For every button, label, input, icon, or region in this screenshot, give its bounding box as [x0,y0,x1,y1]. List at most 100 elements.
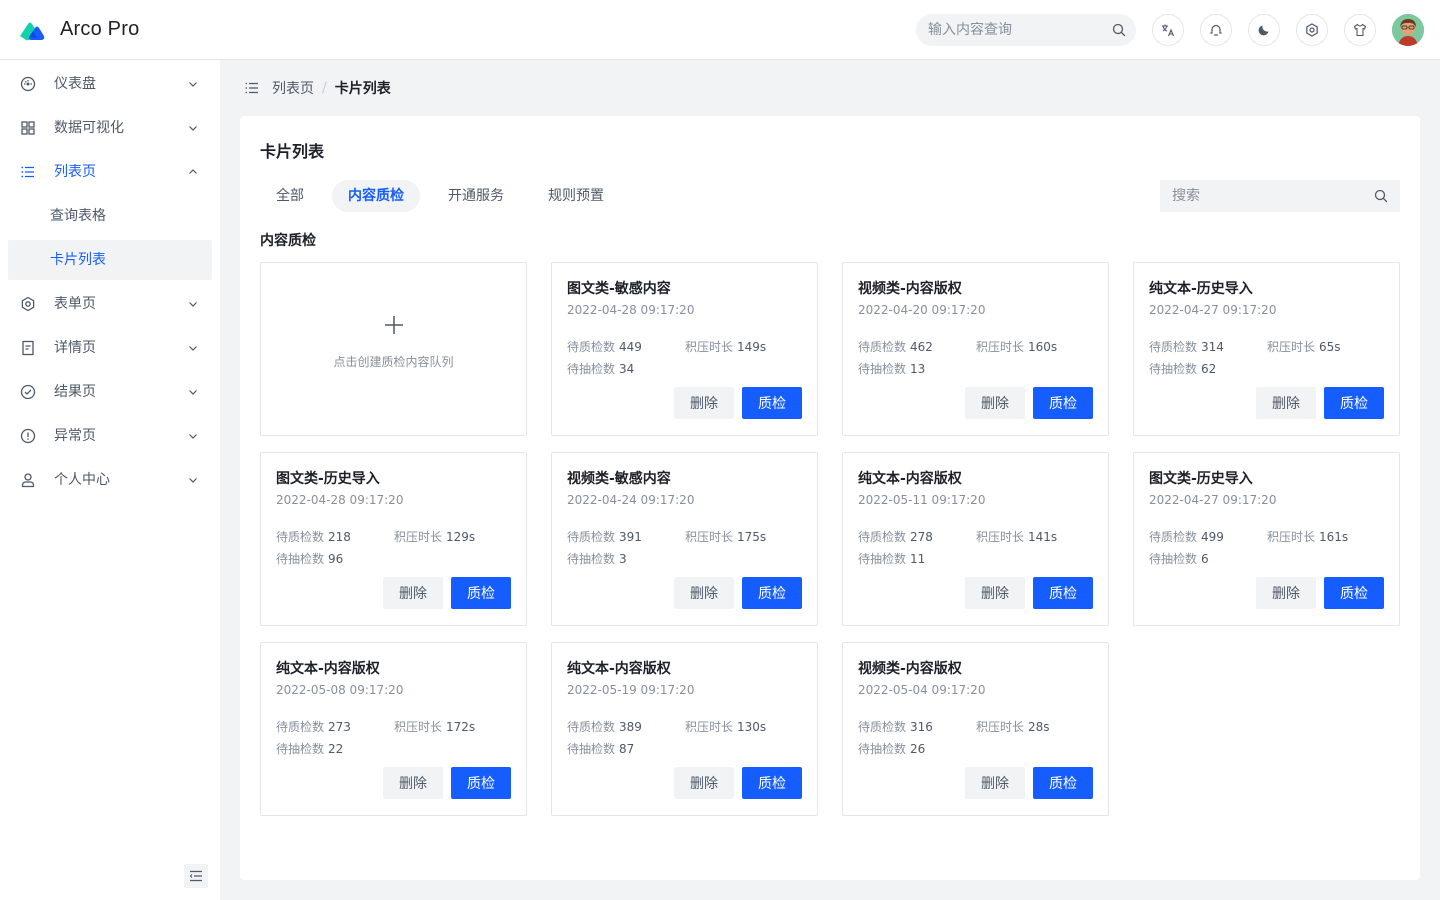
sidebar-item-label: 查询表格 [50,208,106,224]
exclamation-circle-icon [20,428,36,444]
chevron-down-icon [189,346,197,351]
sample-count: 待抽检数 34 [567,360,634,378]
card-timestamp: 2022-04-28 09:17:20 [276,493,404,507]
queue-card[interactable]: 视频类-内容版权 2022-05-04 09:17:20 待质检数 316 积压时长 28… [842,642,1109,816]
collapse-sidebar-button[interactable] [184,864,208,888]
delete-button[interactable]: 删除 [383,577,443,609]
queue-card[interactable]: 纯文本-内容版权 2022-05-08 09:17:20 待质检数 273 积压时长 17… [260,642,527,816]
queue-card[interactable]: 纯文本-历史导入 2022-04-27 09:17:20 待质检数 314 积压时长 65… [1133,262,1400,436]
sidebar-item-result[interactable]: 结果页 [8,372,212,412]
global-search-input[interactable] [928,14,1098,46]
notification-button[interactable] [1200,14,1232,46]
inspect-button[interactable]: 质检 [451,767,511,799]
pending-count-value: 273 [328,720,351,734]
inspect-button[interactable]: 质检 [742,387,802,419]
sample-count-value: 22 [328,742,344,756]
sample-count-value: 6 [1201,552,1209,566]
sample-count-value: 96 [328,552,344,566]
card-timestamp: 2022-05-19 09:17:20 [567,683,695,697]
queue-card[interactable]: 视频类-敏感内容 2022-04-24 09:17:20 待质检数 391 积压时长 17… [551,452,818,626]
card-title: 图文类-历史导入 [276,471,380,487]
bell-icon [1210,24,1222,36]
skin-button[interactable] [1344,14,1376,46]
sidebar-item-exception[interactable]: 异常页 [8,416,212,456]
inspect-button[interactable]: 质检 [451,577,511,609]
card-title: 纯文本-内容版权 [858,471,962,487]
sidebar-item-visualization[interactable]: 数据可视化 [8,108,212,148]
sample-count: 待抽检数 3 [567,550,627,568]
inspect-button[interactable]: 质检 [1033,387,1093,419]
check-circle-icon [20,384,36,400]
pending-count: 待质检数 389 [567,718,642,736]
pending-count-value: 391 [619,530,642,544]
delete-button[interactable]: 删除 [674,767,734,799]
delete-button[interactable]: 删除 [674,387,734,419]
inspect-button[interactable]: 质检 [1033,577,1093,609]
queue-card[interactable]: 图文类-历史导入 2022-04-28 09:17:20 待质检数 218 积压时长 12… [260,452,527,626]
sidebar-item-dashboard[interactable]: 仪表盘 [8,64,212,104]
sidebar-item-query-table[interactable]: 查询表格 [8,196,212,236]
pending-count-value: 449 [619,340,642,354]
sidebar-item-label: 结果页 [54,384,96,400]
backlog-duration-value: 160s [1028,340,1058,354]
tab-service[interactable]: 开通服务 [432,180,520,212]
card-list-panel: 卡片列表 全部 内容质检 开通服务 规则预置 内容质检 点击创建质检内容队列 图… [240,116,1420,880]
inspect-button[interactable]: 质检 [742,767,802,799]
sidebar-item-label: 个人中心 [54,472,110,488]
avatar[interactable] [1392,14,1424,46]
delete-button[interactable]: 删除 [965,577,1025,609]
backlog-duration: 积压时长 149s [685,338,766,356]
breadcrumb-item[interactable]: 列表页 [272,78,314,98]
card-timestamp: 2022-05-04 09:17:20 [858,683,986,697]
global-search[interactable] [916,14,1136,46]
breadcrumb-separator: / [322,80,327,96]
delete-button[interactable]: 删除 [965,767,1025,799]
list-search-input[interactable] [1172,180,1362,212]
search-icon[interactable] [1112,23,1126,37]
add-queue-card[interactable]: 点击创建质检内容队列 [260,262,527,436]
chevron-down-icon [189,478,197,483]
list-search[interactable] [1160,180,1400,212]
delete-button[interactable]: 删除 [383,767,443,799]
inspect-button[interactable]: 质检 [1324,387,1384,419]
sidebar-item-card-list[interactable]: 卡片列表 [8,240,212,280]
sample-count: 待抽检数 87 [567,740,634,758]
delete-button[interactable]: 删除 [674,577,734,609]
translate-button[interactable] [1152,14,1184,46]
queue-card[interactable]: 视频类-内容版权 2022-04-20 09:17:20 待质检数 462 积压时长 16… [842,262,1109,436]
pending-count: 待质检数 449 [567,338,642,356]
delete-button[interactable]: 删除 [965,387,1025,419]
card-timestamp: 2022-05-11 09:17:20 [858,493,986,507]
queue-card[interactable]: 图文类-敏感内容 2022-04-28 09:17:20 待质检数 449 积压时长 14… [551,262,818,436]
queue-card[interactable]: 图文类-历史导入 2022-04-27 09:17:20 待质检数 499 积压时长 16… [1133,452,1400,626]
pending-count-value: 499 [1201,530,1224,544]
delete-button[interactable]: 删除 [1256,387,1316,419]
inspect-button[interactable]: 质检 [1033,767,1093,799]
pending-count-label: 待质检数 [567,340,616,354]
backlog-duration-value: 65s [1319,340,1341,354]
sample-count-value: 87 [619,742,635,756]
inspect-button[interactable]: 质检 [1324,577,1384,609]
page-title: 卡片列表 [260,142,325,161]
backlog-duration-label: 积压时长 [976,720,1025,734]
backlog-duration-label: 积压时长 [685,720,734,734]
tab-rules[interactable]: 规则预置 [532,180,620,212]
top-navbar: Arco Pro [0,0,1440,60]
delete-button[interactable]: 删除 [1256,577,1316,609]
backlog-duration-label: 积压时长 [394,530,443,544]
sidebar-item-detail[interactable]: 详情页 [8,328,212,368]
settings-icon [1306,23,1318,37]
tab-content-inspection[interactable]: 内容质检 [332,180,420,212]
queue-card[interactable]: 纯文本-内容版权 2022-05-19 09:17:20 待质检数 389 积压时长 13… [551,642,818,816]
sidebar-item-user-center[interactable]: 个人中心 [8,460,212,500]
theme-toggle-button[interactable] [1248,14,1280,46]
queue-card[interactable]: 纯文本-内容版权 2022-05-11 09:17:20 待质检数 278 积压时长 14… [842,452,1109,626]
search-icon[interactable] [1374,189,1388,203]
section-title: 内容质检 [260,233,316,249]
tab-all[interactable]: 全部 [260,180,320,212]
inspect-button[interactable]: 质检 [742,577,802,609]
sidebar-item-list[interactable]: 列表页 [8,152,212,192]
sidebar-item-form[interactable]: 表单页 [8,284,212,324]
backlog-duration-label: 积压时长 [685,340,734,354]
settings-button[interactable] [1296,14,1328,46]
